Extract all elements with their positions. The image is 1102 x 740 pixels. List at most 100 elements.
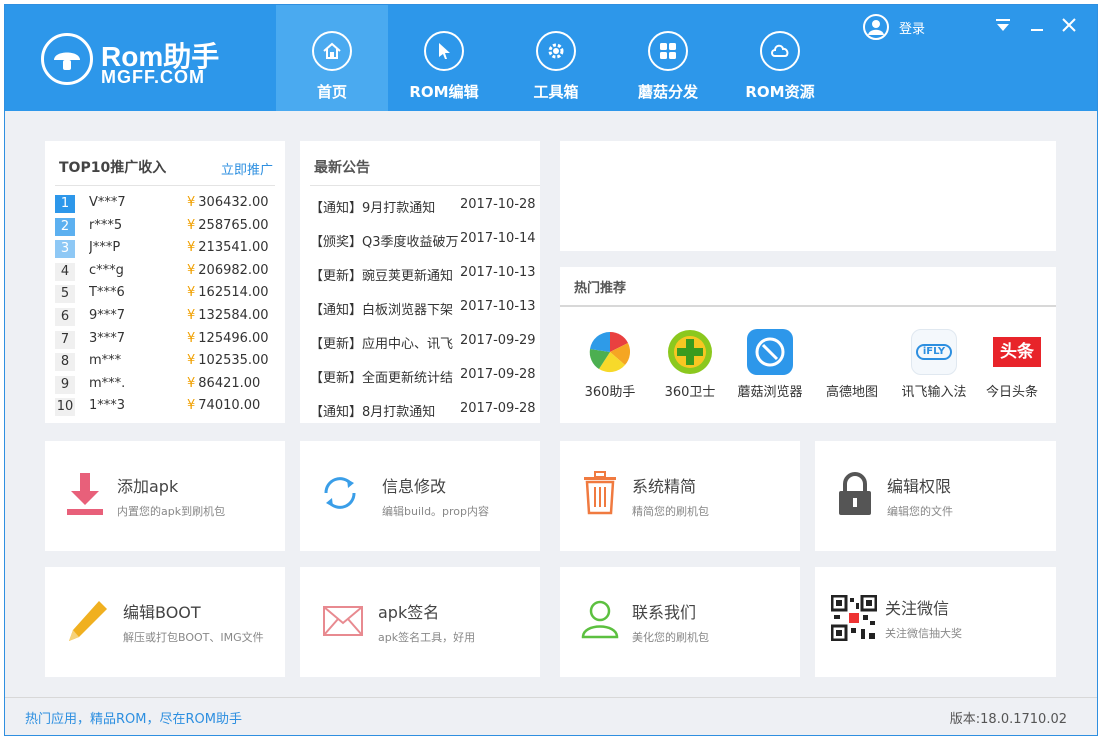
rank-user: 1***3: [89, 398, 125, 414]
notice-card: 最新公告 【通知】9月打款通知 2017-10-28 【颁奖】Q3季度收益破万 201…: [300, 141, 540, 423]
notice-item[interactable]: 【通知】8月打款通知 2017-09-28: [310, 399, 540, 421]
minimize-icon[interactable]: [1027, 17, 1047, 37]
notice-item[interactable]: 【更新】应用中心、讯飞 2017-09-29: [310, 331, 540, 353]
amount-value: 132584.00: [198, 308, 269, 323]
rank-number: 3: [55, 240, 75, 259]
tool-desc: 编辑build。prop内容: [382, 505, 490, 518]
divider: [55, 185, 275, 186]
logo-subtitle: MGFF.COM: [101, 67, 205, 87]
notice-item[interactable]: 【通知】白板浏览器下架 2017-10-13: [310, 297, 540, 319]
divider: [560, 305, 1056, 307]
tool-title: 系统精简: [632, 477, 697, 496]
app-360-assistant[interactable]: 360助手: [570, 329, 650, 405]
edit-boot-tool[interactable]: 编辑BOOT 解压或打包BOOT、IMG文件: [45, 567, 285, 677]
dropdown-menu-icon[interactable]: [993, 17, 1013, 37]
rank-user: m***: [89, 353, 122, 369]
slim-system-tool[interactable]: 系统精简 精简您的刷机包: [560, 441, 800, 551]
app-toutiao[interactable]: 头条 今日头条: [972, 329, 1052, 405]
rank-number: 7: [55, 330, 75, 349]
main-nav: 首页 ROM编辑 工具箱 蘑菇分发 ROM资源: [276, 5, 836, 111]
currency-symbol: ¥: [187, 375, 196, 391]
rank-amount: ¥125496.00: [187, 331, 269, 346]
edit-permissions-tool[interactable]: 编辑权限 编辑您的文件: [815, 441, 1056, 551]
currency-symbol: ¥: [187, 330, 196, 346]
hot-recommend-title: 热门推荐: [574, 281, 627, 296]
user-avatar-icon: [863, 14, 889, 40]
app-name: 今日头条: [985, 385, 1038, 400]
notice-date: 2017-10-13: [458, 299, 536, 314]
footer-slogan-link[interactable]: 热门应用，精品ROM，尽在ROM助手: [25, 708, 242, 727]
currency-symbol: ¥: [187, 217, 196, 233]
notice-item[interactable]: 【更新】豌豆荚更新通知 2017-10-13: [310, 263, 540, 285]
notice-title: 最新公告: [314, 160, 370, 176]
close-icon[interactable]: [1059, 17, 1079, 37]
notice-date: 2017-09-28: [458, 401, 536, 416]
rank-number: 10: [55, 398, 75, 417]
cursor-icon: [424, 31, 464, 71]
banner-area[interactable]: [560, 141, 1056, 251]
rank-number: 5: [55, 285, 75, 304]
rank-amount: ¥213541.00: [187, 240, 269, 255]
trash-icon: [580, 471, 620, 517]
follow-wechat-tool[interactable]: 关注微信 关注微信抽大奖: [815, 567, 1056, 677]
envelope-icon: [322, 597, 363, 643]
rank-number: 1: [55, 195, 75, 213]
map-icon: [829, 329, 875, 375]
tool-title: 编辑BOOT: [123, 603, 201, 622]
refresh-icon: [320, 471, 360, 517]
amount-value: 102535.00: [198, 353, 269, 369]
promote-now-link[interactable]: 立即推广: [221, 159, 273, 178]
app-360-security[interactable]: 360卫士: [650, 329, 730, 405]
tab-toolbox[interactable]: 工具箱: [500, 5, 612, 111]
notice-date: 2017-10-28: [458, 197, 536, 212]
currency-symbol: ¥: [187, 240, 196, 256]
tab-rom-edit[interactable]: ROM编辑: [388, 5, 500, 111]
qrcode-icon: [830, 594, 878, 642]
tab-rom-resources[interactable]: ROM资源: [724, 5, 836, 111]
rank-amount: ¥162514.00: [187, 285, 269, 300]
amount-value: 125496.00: [198, 330, 269, 346]
notice-item[interactable]: 【颁奖】Q3季度收益破万 2017-10-14: [310, 229, 540, 251]
rank-amount: ¥258765.00: [187, 218, 269, 233]
rank-amount: ¥306432.00: [187, 195, 269, 210]
notice-item[interactable]: 【更新】全面更新统计结 2017-09-28: [310, 365, 540, 387]
360-security-icon: [667, 329, 713, 375]
rank-user: T***6: [89, 285, 125, 301]
lock-icon: [835, 471, 875, 517]
tool-desc: 编辑您的文件: [887, 505, 953, 518]
notice-text: 【通知】8月打款通知: [310, 405, 436, 420]
mushroom-logo-icon: [41, 33, 93, 85]
tool-desc: apk签名工具，好用: [378, 631, 476, 644]
amount-value: 74010.00: [198, 398, 261, 414]
tool-title: 关注微信: [885, 599, 950, 618]
tool-title: 信息修改: [382, 477, 447, 496]
app-mogu-browser[interactable]: 蘑菇浏览器: [730, 329, 810, 405]
rank-user: J***P: [89, 240, 121, 256]
tab-distribution[interactable]: 蘑菇分发: [612, 5, 724, 111]
rank-row: 10 1***3 ¥74010.00: [55, 396, 265, 418]
rank-amount: ¥132584.00: [187, 308, 269, 323]
tool-title: apk签名: [378, 603, 440, 622]
notice-text: 【颁奖】Q3季度收益破万: [310, 235, 459, 250]
tool-desc: 内置您的apk到刷机包: [117, 505, 226, 518]
apk-sign-tool[interactable]: apk签名 apk签名工具，好用: [300, 567, 540, 677]
rank-row: 8 m*** ¥102535.00: [55, 351, 269, 373]
top10-card: TOP10推广收入 立即推广 1 V***7 ¥306432.00 2 r***5 ¥25…: [45, 141, 285, 423]
rank-number: 8: [55, 353, 75, 372]
contact-us-tool[interactable]: 联系我们 美化您的刷机包: [560, 567, 800, 677]
edit-info-tool[interactable]: 信息修改 编辑build。prop内容: [300, 441, 540, 551]
360-assistant-icon: [587, 329, 633, 375]
add-apk-tool[interactable]: 添加apk 内置您的apk到刷机包: [45, 441, 285, 551]
tab-home[interactable]: 首页: [276, 5, 388, 111]
login-button[interactable]: 登录: [863, 13, 925, 41]
notice-item[interactable]: 【通知】9月打款通知 2017-10-28: [310, 195, 540, 217]
rank-row: 1 V***7 ¥306432.00: [55, 193, 269, 215]
amount-value: 162514.00: [198, 285, 269, 301]
currency-symbol: ¥: [187, 195, 196, 210]
version-label: 版本:18.0.1710.02: [949, 712, 1067, 727]
rank-row: 6 9***7 ¥132584.00: [55, 306, 269, 328]
app-amap[interactable]: 高德地图: [812, 329, 892, 405]
rank-user: c***g: [89, 262, 124, 278]
divider: [310, 185, 540, 186]
gear-icon: [536, 31, 576, 71]
